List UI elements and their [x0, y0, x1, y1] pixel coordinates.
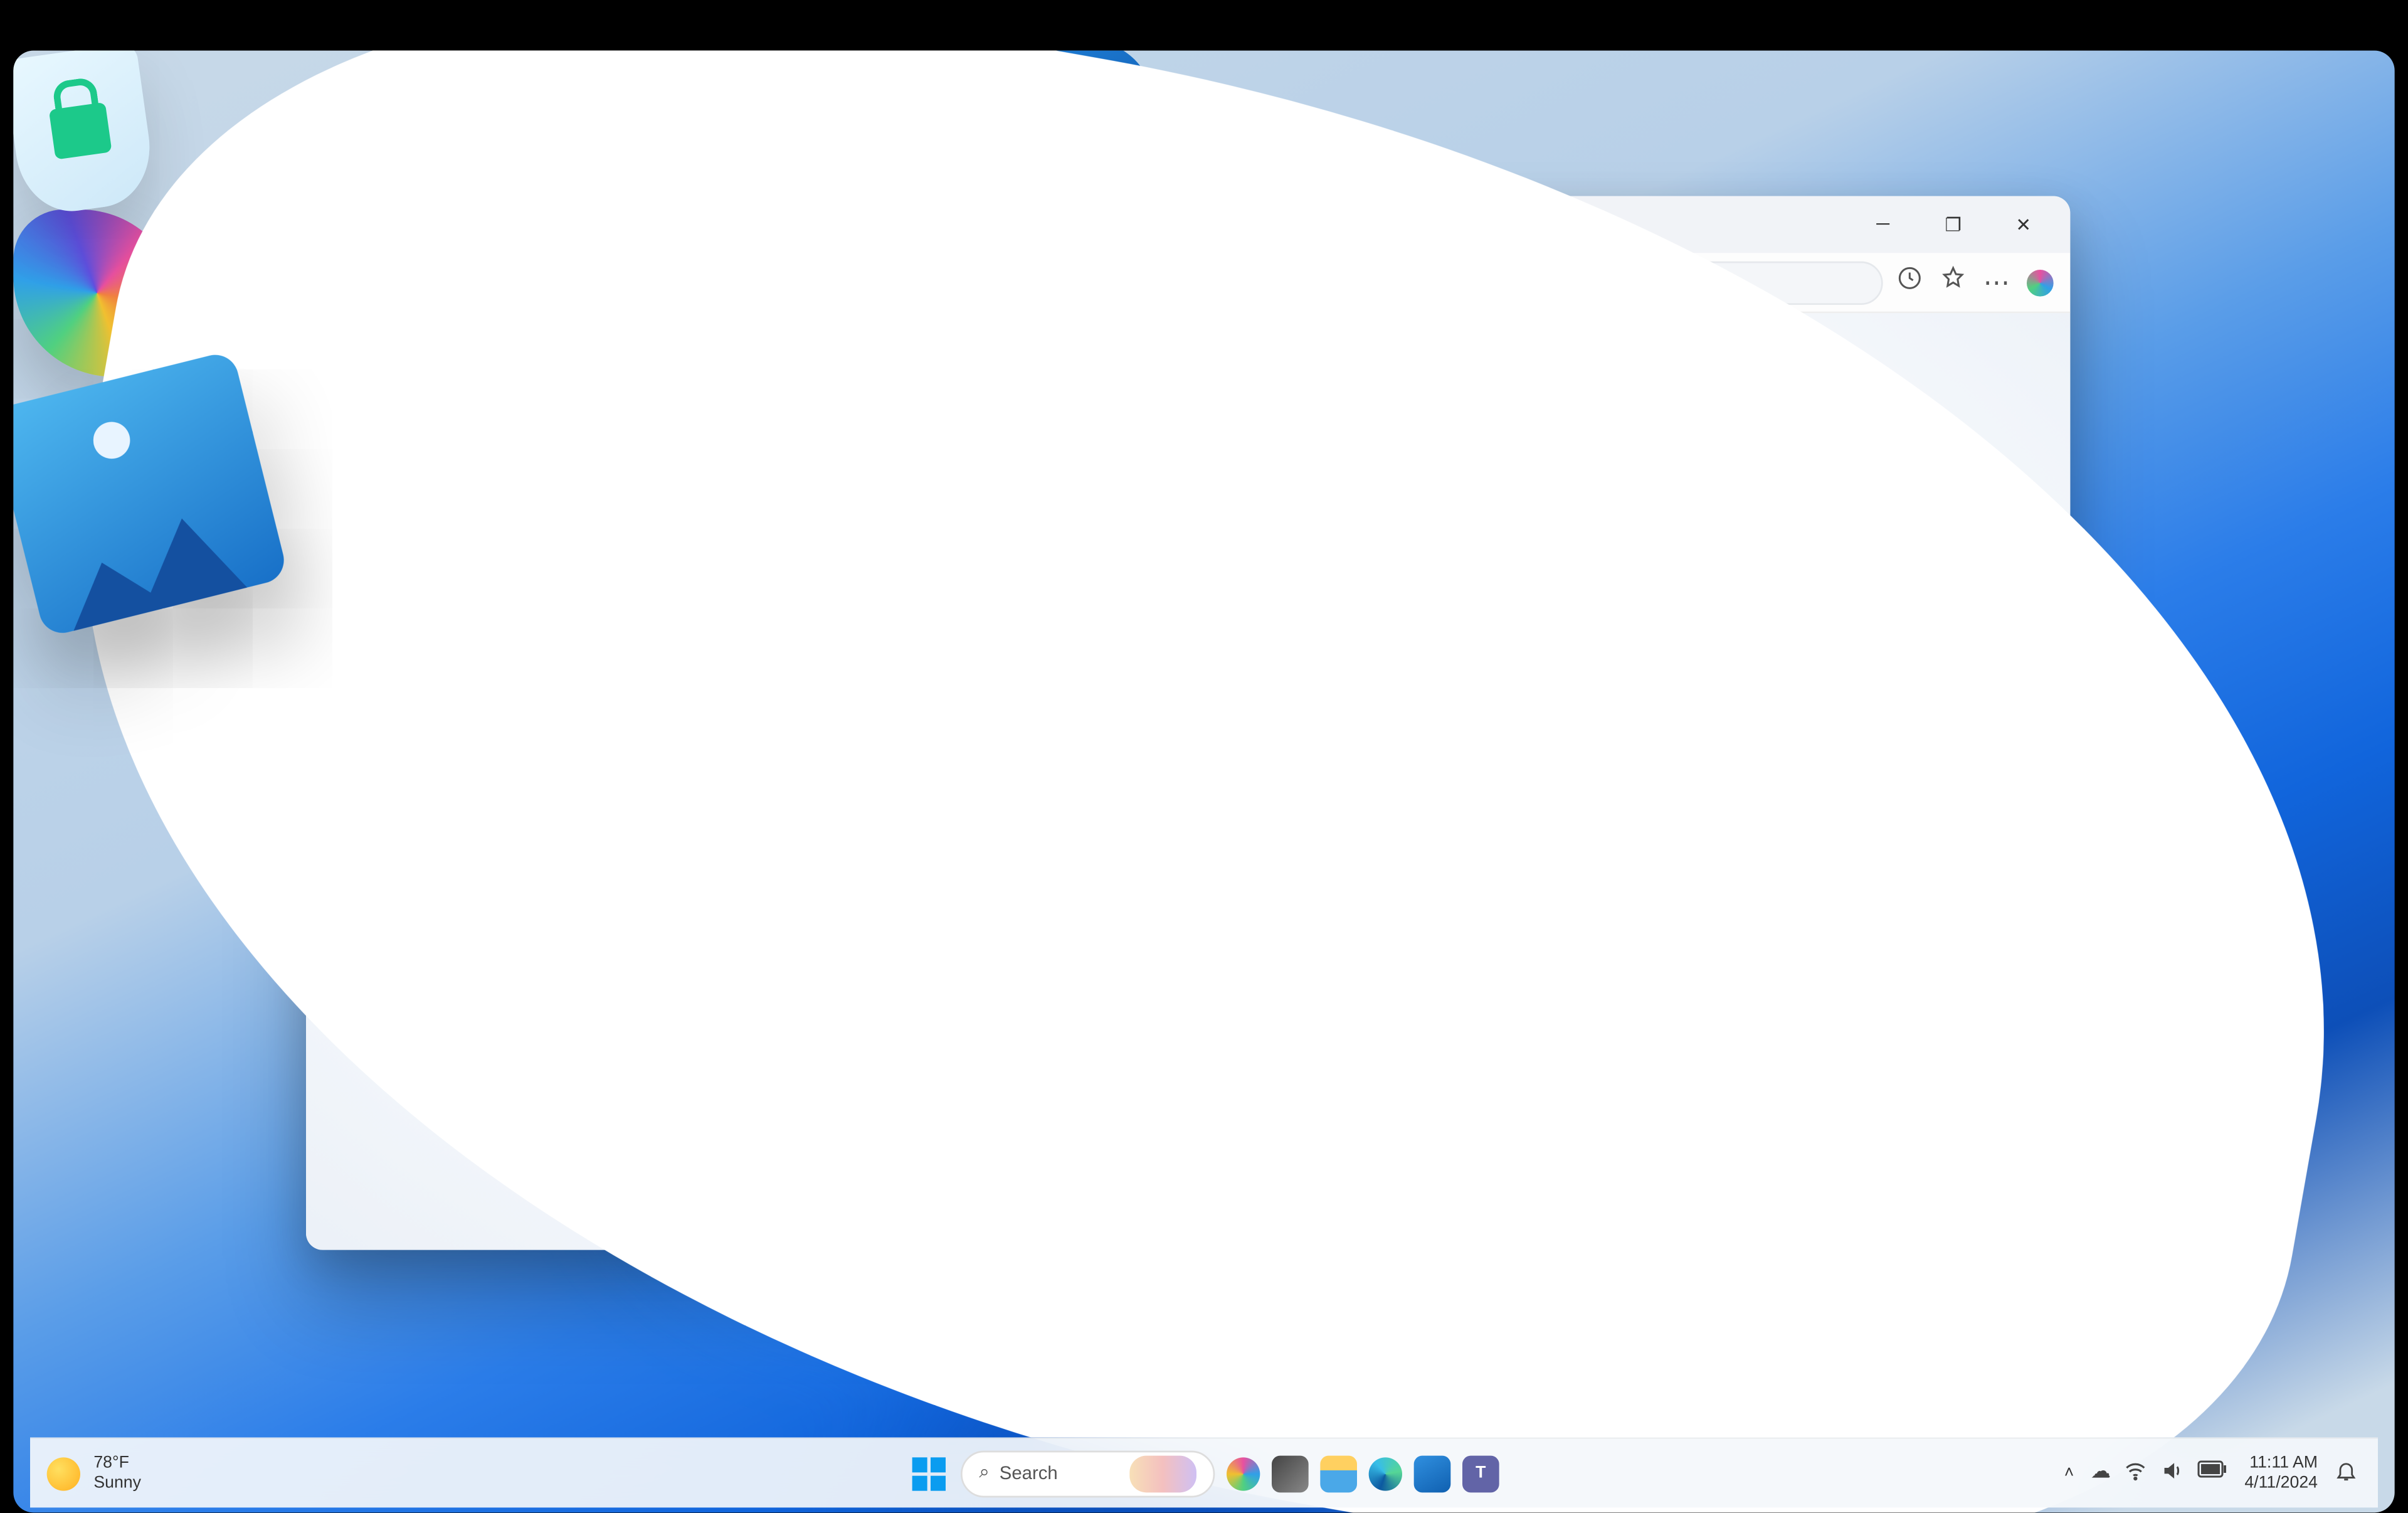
search-highlight-icon — [1129, 1455, 1196, 1492]
more-icon[interactable]: ⋯ — [1983, 265, 2010, 299]
weather-temp: 78°F — [93, 1454, 141, 1473]
file-explorer-icon[interactable] — [1320, 1455, 1357, 1492]
wifi-icon[interactable] — [2124, 1459, 2147, 1487]
shopping-icon[interactable] — [1896, 265, 1923, 300]
search-icon: ⌕ — [979, 1462, 989, 1484]
taskbar-clock[interactable]: 11:11 AM 4/11/2024 — [2244, 1454, 2318, 1492]
task-view-icon[interactable] — [1272, 1455, 1309, 1492]
copilot-logo-icon — [13, 210, 181, 377]
tray-chevron-icon[interactable]: ˄ — [2064, 1464, 2074, 1482]
search-label: Search — [1000, 1463, 1058, 1484]
weather-condition: Sunny — [93, 1473, 141, 1493]
start-button[interactable] — [909, 1453, 949, 1494]
copilot-icon[interactable] — [2027, 269, 2054, 296]
close-window-button[interactable]: ✕ — [1990, 201, 2057, 248]
notifications-icon[interactable] — [2335, 1459, 2358, 1487]
favorites-icon[interactable] — [1940, 265, 1967, 300]
maximize-button[interactable]: ❐ — [1920, 201, 1987, 248]
clock-time: 11:11 AM — [2244, 1454, 2318, 1473]
desktop-wallpaper: Windows+Edge | Better togeth ✕ ＋ ─ ❐ ✕ ←… — [13, 51, 2394, 1513]
teams-icon[interactable]: T — [1462, 1455, 1499, 1492]
onedrive-tray-icon[interactable]: ☁ — [2091, 1459, 2111, 1487]
edge-taskbar-icon[interactable] — [1369, 1457, 1402, 1490]
taskbar-widgets[interactable]: 78°F Sunny — [30, 1454, 141, 1492]
volume-icon[interactable] — [2161, 1459, 2184, 1487]
taskbar-search[interactable]: ⌕ Search — [961, 1450, 1215, 1497]
system-tray[interactable]: ☁ — [2091, 1459, 2228, 1487]
store-icon[interactable] — [1414, 1455, 1451, 1492]
clock-date: 4/11/2024 — [2244, 1473, 2318, 1493]
minimize-button[interactable]: ─ — [1849, 201, 1916, 248]
copilot-taskbar-icon[interactable] — [1227, 1457, 1260, 1490]
security-shield-icon — [13, 51, 157, 218]
taskbar: 78°F Sunny ⌕ Search T ˄ — [30, 1437, 2378, 1507]
battery-icon[interactable] — [2198, 1459, 2228, 1487]
weather-sun-icon — [47, 1457, 80, 1490]
